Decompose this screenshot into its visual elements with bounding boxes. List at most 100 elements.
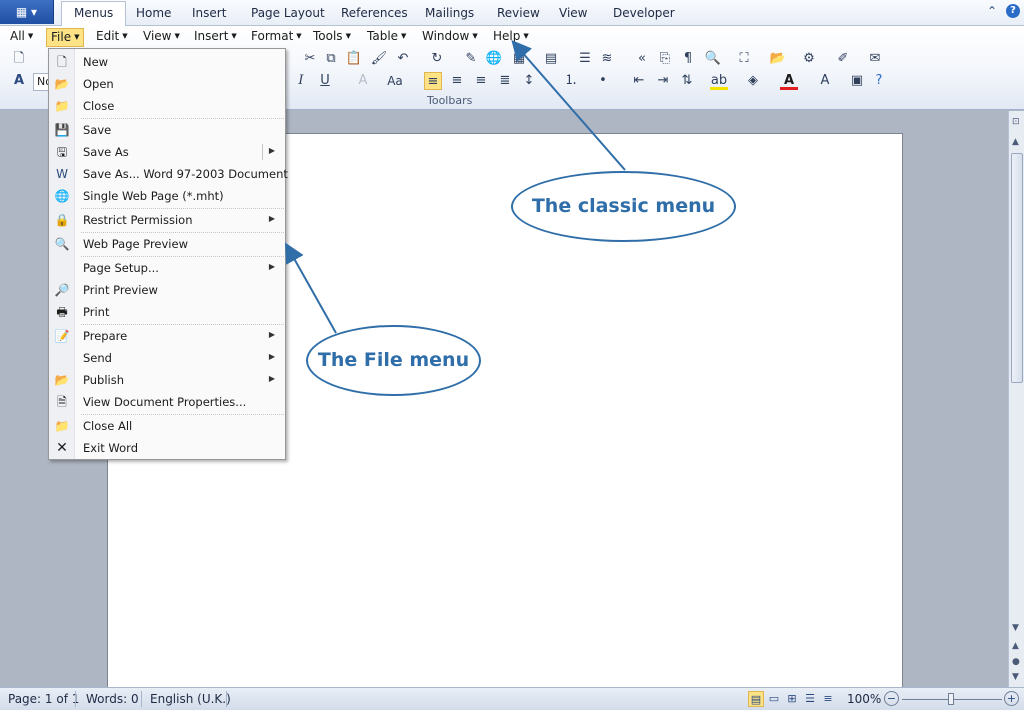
menu-edit[interactable]: Edit ▼ <box>92 28 132 47</box>
word-count[interactable]: Words: 0 <box>86 692 139 706</box>
menu-format[interactable]: Format ▼ <box>247 28 306 47</box>
menu-all[interactable]: All ▼ <box>6 28 37 47</box>
redo-icon[interactable]: ↻ <box>428 50 446 68</box>
draw-icon[interactable]: ✎ <box>462 50 480 68</box>
menu-item-prepare[interactable]: 📝 Prepare ▶ <box>49 325 285 347</box>
menu-item-save[interactable]: 💾 Save <box>49 119 285 141</box>
tab-home[interactable]: Home <box>136 3 171 26</box>
menu-item-close-all[interactable]: 📁 Close All <box>49 415 285 437</box>
next-page-icon[interactable]: ▼ <box>1012 672 1019 682</box>
envelope-icon[interactable]: ✉ <box>866 50 884 68</box>
help-circle-icon[interactable]: ? <box>870 72 888 90</box>
zoom-icon[interactable]: 🔍 <box>704 50 722 68</box>
picture-icon[interactable]: ▣ <box>848 72 866 90</box>
language-indicator[interactable]: English (U.K.) <box>150 692 231 706</box>
menu-table[interactable]: Table ▼ <box>363 28 410 47</box>
document-map-icon[interactable]: ⎘ <box>656 50 674 68</box>
menu-item-close[interactable]: 📁 Close <box>49 95 285 117</box>
bullets-icon[interactable]: • <box>594 72 612 90</box>
pilcrow-icon[interactable]: ¶ <box>679 50 697 68</box>
styles-icon[interactable]: ✐ <box>834 50 852 68</box>
borders-icon[interactable]: ▦ <box>510 50 528 68</box>
font-color-icon[interactable]: A <box>780 72 798 90</box>
menu-item-exit-word[interactable]: ✕ Exit Word <box>49 437 285 459</box>
highlight-icon[interactable]: ab <box>710 72 728 90</box>
line-spacing-icon[interactable]: ↕ <box>520 72 538 90</box>
open-folder-icon[interactable]: 📂 <box>769 50 787 68</box>
help-icon[interactable]: ? <box>1006 4 1020 18</box>
tab-developer[interactable]: Developer <box>613 3 675 26</box>
decrease-indent-icon[interactable]: ⇤ <box>630 72 648 90</box>
zoom-in-icon[interactable]: + <box>1004 691 1019 706</box>
scroll-down-icon[interactable]: ▼ <box>1012 623 1019 633</box>
print-layout-view-icon[interactable]: ▤ <box>748 691 764 707</box>
menu-item-view-document-properties[interactable]: 🗎 View Document Properties... <box>49 391 285 413</box>
tab-insert[interactable]: Insert <box>192 3 226 26</box>
copy-icon[interactable]: ⧉ <box>322 50 340 68</box>
page-count[interactable]: Page: 1 of 1 <box>8 692 79 706</box>
cut-icon[interactable]: ✂ <box>301 50 319 68</box>
browse-object-icon[interactable]: ● <box>1012 657 1020 667</box>
sort-icon[interactable]: ⇅ <box>678 72 696 90</box>
menu-item-new[interactable]: 🗋 New <box>49 51 285 73</box>
menu-item-send[interactable]: Send ▶ <box>49 347 285 369</box>
scroll-thumb[interactable] <box>1011 153 1023 383</box>
tab-view[interactable]: View <box>559 3 587 26</box>
draft-view-icon[interactable]: ≡ <box>820 691 836 707</box>
full-screen-icon[interactable]: ⛶ <box>735 50 753 68</box>
hyperlink-globe-icon[interactable]: 🌐 <box>485 50 503 68</box>
web-layout-icon[interactable]: ⊞ <box>784 691 800 707</box>
zoom-slider-thumb[interactable] <box>948 693 954 705</box>
italic-icon[interactable]: I <box>292 72 310 90</box>
menu-item-single-web-page[interactable]: 🌐 Single Web Page (*.mht) <box>49 185 285 207</box>
insert-table-icon[interactable]: ▤ <box>542 50 560 68</box>
text-effects-icon[interactable]: A <box>354 72 372 90</box>
undo-icon[interactable]: ↶ <box>394 50 412 68</box>
increase-indent-icon[interactable]: ⇥ <box>654 72 672 90</box>
align-center-icon[interactable]: ≡ <box>448 72 466 90</box>
change-case-icon[interactable]: Aa <box>384 72 406 90</box>
menu-view[interactable]: View ▼ <box>139 28 184 47</box>
menu-item-save-as-word97[interactable]: W Save As... Word 97-2003 Document <box>49 163 288 185</box>
menu-item-page-setup[interactable]: Page Setup... ▶ <box>49 257 285 279</box>
numbering-icon[interactable]: ⒈ <box>562 72 580 90</box>
menu-item-web-page-preview[interactable]: 🔍 Web Page Preview <box>49 233 285 255</box>
tab-review[interactable]: Review <box>497 3 540 26</box>
menu-file[interactable]: File ▼ <box>46 28 85 47</box>
menu-item-save-as[interactable]: 🖫 Save As ▶ <box>49 141 285 163</box>
justify-icon[interactable]: ≣ <box>496 72 514 90</box>
character-scale-icon[interactable]: A <box>816 72 834 90</box>
paste-icon[interactable]: 📋 <box>345 50 363 68</box>
columns-icon[interactable]: ☰ <box>576 50 594 68</box>
minimize-ribbon-icon[interactable]: ⌃ <box>987 4 997 18</box>
outline-view-icon[interactable]: ☰ <box>802 691 818 707</box>
full-screen-reading-icon[interactable]: ▭ <box>766 691 782 707</box>
tab-menus[interactable]: Menus <box>61 1 127 26</box>
styles-pane-icon[interactable]: A <box>10 72 28 90</box>
menu-insert[interactable]: Insert ▼ <box>190 28 241 47</box>
format-painter-icon[interactable]: 🖌 <box>370 50 388 68</box>
menu-help[interactable]: Help ▼ <box>489 28 533 47</box>
menu-item-print-preview[interactable]: 🔎 Print Preview <box>49 279 285 301</box>
shading-icon[interactable]: ◈ <box>744 72 762 90</box>
underline-icon[interactable]: U <box>316 72 334 90</box>
show-hide-marks-icon[interactable]: « <box>633 50 651 68</box>
office-button[interactable]: ▦ ▾ <box>0 0 54 24</box>
menu-item-restrict-permission[interactable]: 🔒 Restrict Permission ▶ <box>49 209 285 231</box>
menu-item-publish[interactable]: 📂 Publish ▶ <box>49 369 285 391</box>
ruler-toggle-icon[interactable]: ⊡ <box>1012 117 1020 127</box>
research-icon[interactable]: ⚙ <box>800 50 818 68</box>
tab-page-layout[interactable]: Page Layout <box>251 3 325 26</box>
scroll-up-icon[interactable]: ▲ <box>1012 137 1019 147</box>
menu-item-open[interactable]: 📂 Open <box>49 73 285 95</box>
vertical-scrollbar[interactable]: ⊡ ▲ ▼ ▲ ● ▼ <box>1008 111 1024 687</box>
drawing-icon[interactable]: ≋ <box>598 50 616 68</box>
zoom-out-icon[interactable]: − <box>884 691 899 706</box>
zoom-level[interactable]: 100% <box>847 692 881 706</box>
align-left-icon[interactable]: ≡ <box>424 72 442 90</box>
new-document-icon[interactable]: 🗋 <box>10 50 28 68</box>
align-right-icon[interactable]: ≡ <box>472 72 490 90</box>
menu-window[interactable]: Window ▼ <box>418 28 482 47</box>
menu-tools[interactable]: Tools ▼ <box>309 28 355 47</box>
menu-item-print[interactable]: 🖶 Print <box>49 301 285 323</box>
